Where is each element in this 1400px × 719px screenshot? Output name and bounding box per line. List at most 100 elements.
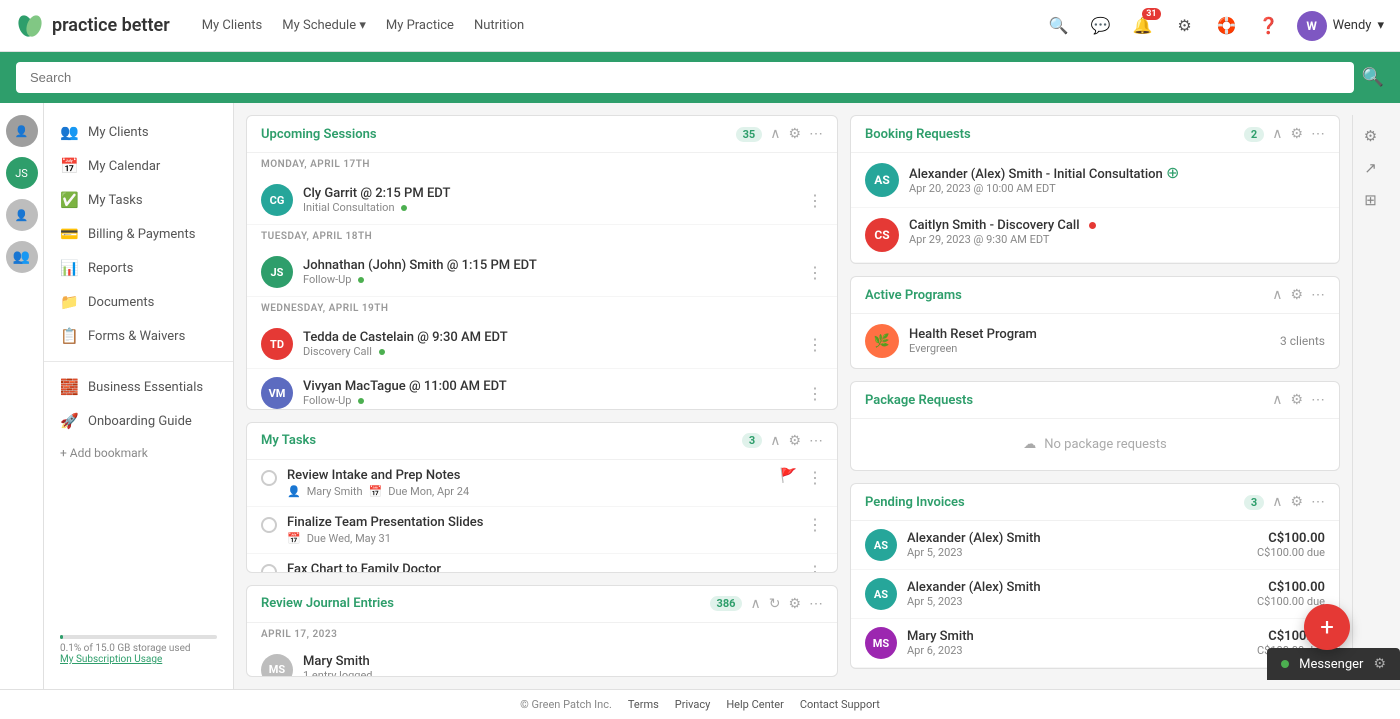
nav-my-practice[interactable]: My Practice [386, 18, 454, 33]
right-settings-icon[interactable]: ⚙ [1364, 127, 1377, 145]
journal-name-0: Mary Smith [303, 654, 823, 669]
tasks-settings-icon[interactable]: ⚙ [788, 433, 801, 449]
sidebar-label-my-calendar: My Calendar [88, 159, 160, 174]
booking-name-1: Caitlyn Smith - Discovery Call [909, 218, 1325, 233]
user-menu-button[interactable]: W Wendy ▾ [1297, 11, 1384, 41]
sidebar-item-documents[interactable]: 📁 Documents [44, 285, 233, 319]
journal-more-icon[interactable]: ⋯ [809, 596, 823, 612]
settings-icon[interactable]: ⚙ [788, 126, 801, 142]
booking-requests-header: Booking Requests 2 ∧ ⚙ ⋯ [851, 116, 1339, 153]
storage-text: 0.1% of 15.0 GB storage used [60, 643, 217, 654]
subscription-link[interactable]: My Subscription Usage [60, 654, 217, 665]
invoices-collapse-icon[interactable]: ∧ [1272, 494, 1282, 510]
left-column: Upcoming Sessions 35 ∧ ⚙ ⋯ MONDAY, APRIL… [246, 115, 838, 677]
task-checkbox-0[interactable] [261, 470, 277, 486]
sidebar-item-forms[interactable]: 📋 Forms & Waivers [44, 319, 233, 353]
invoices-more-icon[interactable]: ⋯ [1311, 494, 1325, 510]
messenger-bar[interactable]: Messenger ⚙ [1267, 648, 1400, 680]
sidebar-item-reports[interactable]: 📊 Reports [44, 251, 233, 285]
settings-button[interactable]: ⚙ [1171, 12, 1199, 40]
search-button[interactable]: 🔍 [1045, 12, 1073, 40]
session-avatar-vm: VM [261, 377, 293, 409]
messenger-label: Messenger [1299, 657, 1363, 672]
task-item-1: Finalize Team Presentation Slides 📅 Due … [247, 507, 837, 554]
chat-button[interactable]: 💬 [1087, 12, 1115, 40]
invoice-amount-due-0: C$100.00 due [1257, 546, 1325, 559]
booking-collapse-icon[interactable]: ∧ [1272, 126, 1282, 142]
sidebar-item-my-calendar[interactable]: 📅 My Calendar [44, 149, 233, 183]
task-menu-0[interactable]: ⋮ [807, 468, 823, 487]
notifications-button[interactable]: 🔔 31 [1129, 12, 1157, 40]
task-priority-flag-0[interactable]: 🚩 [780, 468, 797, 484]
session-dot-cg [401, 205, 407, 211]
user-chevron-icon: ▾ [1377, 18, 1384, 33]
packages-settings-icon[interactable]: ⚙ [1290, 392, 1303, 408]
footer-terms[interactable]: Terms [628, 698, 659, 711]
task-due-icon-0: 📅 [369, 485, 383, 498]
avatar-2[interactable]: JS [6, 157, 38, 189]
task-due-0: Due Mon, Apr 24 [388, 485, 469, 498]
sidebar-item-onboarding[interactable]: 🚀 Onboarding Guide [44, 404, 233, 438]
session-menu-td[interactable]: ⋮ [807, 335, 823, 354]
nav-my-schedule[interactable]: My Schedule ▾ [282, 18, 366, 33]
sidebar-item-my-clients[interactable]: 👥 My Clients [44, 115, 233, 149]
cloud-icon: ☁ [1023, 437, 1036, 452]
task-checkbox-2[interactable] [261, 564, 277, 573]
fab-add-button[interactable]: + [1304, 604, 1350, 650]
avatar-3[interactable]: 👤 [6, 199, 38, 231]
footer-help[interactable]: Help Center [726, 698, 784, 711]
sidebar-item-billing[interactable]: 💳 Billing & Payments [44, 217, 233, 251]
invoices-settings-icon[interactable]: ⚙ [1290, 494, 1303, 510]
task-checkbox-1[interactable] [261, 517, 277, 533]
search-submit-button[interactable]: 🔍 [1362, 67, 1384, 88]
avatar-1[interactable]: 👤 [6, 115, 38, 147]
packages-collapse-icon[interactable]: ∧ [1272, 392, 1282, 408]
sidebar-nav: 👥 My Clients 📅 My Calendar ✅ My Tasks 💳 … [44, 103, 234, 689]
booking-add-icon-0[interactable]: ⊕ [1166, 163, 1179, 182]
upcoming-sessions-badge: 35 [736, 127, 763, 142]
booking-info-0: Alexander (Alex) Smith - Initial Consult… [909, 163, 1325, 195]
pending-invoices-header: Pending Invoices 3 ∧ ⚙ ⋯ [851, 484, 1339, 521]
sidebar-item-my-tasks[interactable]: ✅ My Tasks [44, 183, 233, 217]
logo-text: practice better [52, 15, 170, 36]
journal-collapse-icon[interactable]: ∧ [750, 596, 760, 612]
search-input[interactable] [16, 62, 1354, 93]
question-button[interactable]: ❓ [1255, 12, 1283, 40]
journal-entries-title: Review Journal Entries [261, 596, 702, 611]
nav-icons: 🔍 💬 🔔 31 ⚙ 🛟 ❓ W Wendy ▾ [1045, 11, 1384, 41]
right-share-icon[interactable]: ↗ [1364, 159, 1377, 177]
messenger-settings-icon[interactable]: ⚙ [1373, 656, 1386, 672]
programs-collapse-icon[interactable]: ∧ [1272, 287, 1282, 303]
session-menu-js[interactable]: ⋮ [807, 263, 823, 282]
task-menu-2[interactable]: ⋮ [807, 562, 823, 573]
right-column: Booking Requests 2 ∧ ⚙ ⋯ AS Alexander (A… [850, 115, 1340, 677]
tasks-more-icon[interactable]: ⋯ [809, 433, 823, 449]
programs-settings-icon[interactable]: ⚙ [1290, 287, 1303, 303]
nav-nutrition[interactable]: Nutrition [474, 18, 524, 33]
sidebar-item-business[interactable]: 🧱 Business Essentials [44, 370, 233, 404]
nav-my-clients[interactable]: My Clients [202, 18, 263, 33]
help-button[interactable]: 🛟 [1213, 12, 1241, 40]
session-menu-vm[interactable]: ⋮ [807, 384, 823, 403]
more-icon[interactable]: ⋯ [809, 126, 823, 142]
session-menu-cg[interactable]: ⋮ [807, 191, 823, 210]
tasks-icon: ✅ [60, 191, 78, 209]
avatar-4[interactable]: 👥 [6, 241, 38, 273]
booking-more-icon[interactable]: ⋯ [1311, 126, 1325, 142]
collapse-icon[interactable]: ∧ [770, 126, 780, 142]
footer-privacy[interactable]: Privacy [675, 698, 711, 711]
journal-refresh-icon[interactable]: ↻ [769, 596, 781, 612]
journal-settings-icon[interactable]: ⚙ [788, 596, 801, 612]
tasks-collapse-icon[interactable]: ∧ [770, 433, 780, 449]
right-grid-icon[interactable]: ⊞ [1364, 191, 1377, 209]
booking-requests-title: Booking Requests [865, 127, 1236, 142]
add-bookmark-button[interactable]: + Add bookmark [44, 438, 233, 468]
booking-settings-icon[interactable]: ⚙ [1290, 126, 1303, 142]
programs-more-icon[interactable]: ⋯ [1311, 287, 1325, 303]
footer-contact[interactable]: Contact Support [800, 698, 880, 711]
pending-invoices-title: Pending Invoices [865, 495, 1236, 510]
journal-entries-card: Review Journal Entries 386 ∧ ↻ ⚙ ⋯ APRIL… [246, 585, 838, 677]
packages-more-icon[interactable]: ⋯ [1311, 392, 1325, 408]
documents-icon: 📁 [60, 293, 78, 311]
task-menu-1[interactable]: ⋮ [807, 515, 823, 534]
